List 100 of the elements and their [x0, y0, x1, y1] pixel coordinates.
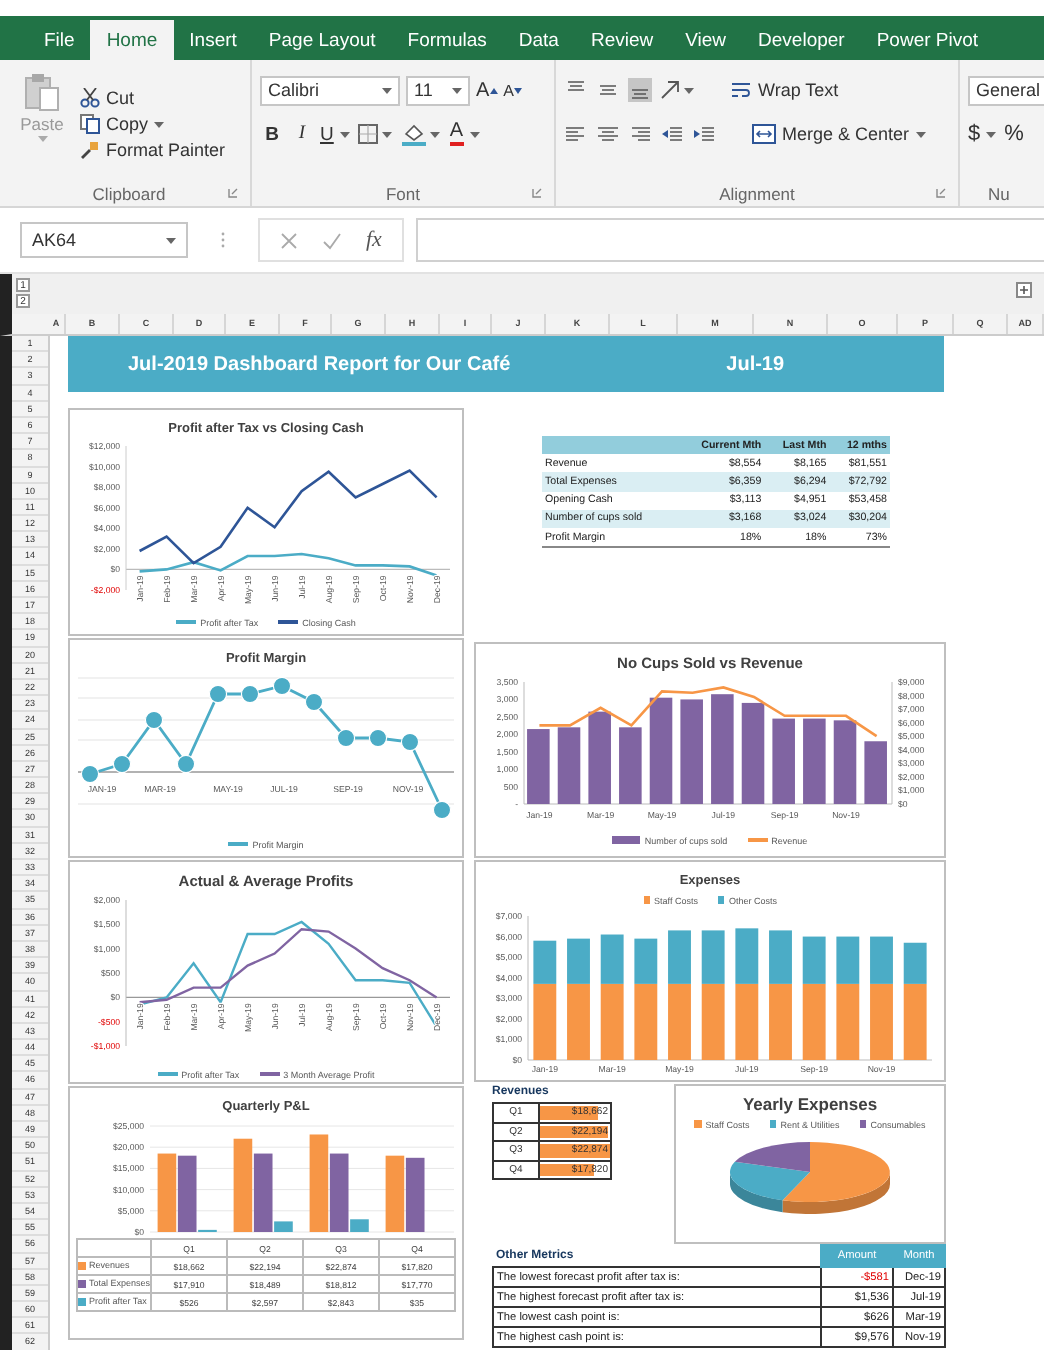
bar	[741, 702, 765, 804]
clipboard-icon	[24, 72, 60, 112]
wrap-text-icon	[730, 80, 752, 100]
wrap-text-button[interactable]: Wrap Text	[730, 80, 839, 100]
bar	[701, 983, 725, 1060]
grow-font-button[interactable]: A	[476, 79, 498, 101]
currency-button[interactable]: $	[968, 122, 997, 146]
expand-icon[interactable]	[1016, 282, 1032, 298]
data-point	[400, 732, 420, 752]
caret-icon	[339, 131, 350, 137]
bar	[833, 720, 857, 804]
data-point	[432, 800, 452, 820]
ribbon-tab[interactable]: Formulas	[391, 20, 503, 60]
caret-icon	[469, 131, 480, 137]
text-orientation-icon[interactable]	[660, 80, 696, 100]
formula-input[interactable]	[415, 218, 1044, 262]
header-cell	[542, 436, 678, 455]
format-painter-button[interactable]: Format Painter	[80, 140, 226, 160]
paintbrush-icon	[80, 140, 100, 160]
bar	[772, 718, 795, 804]
bar	[619, 727, 642, 804]
ribbon-tab[interactable]: File	[28, 20, 91, 60]
bar	[735, 928, 759, 984]
caret-icon	[452, 87, 462, 93]
chart-title: Yearly Expenses	[742, 1092, 878, 1116]
bar	[385, 1155, 405, 1232]
drag-handle-icon[interactable]	[220, 230, 226, 250]
data-point	[368, 728, 388, 748]
ribbon-tab[interactable]: Power Pivot	[860, 20, 995, 60]
bar	[803, 718, 826, 804]
scissors-icon	[80, 88, 100, 108]
caret-icon	[915, 131, 926, 137]
group-label: Nu	[988, 183, 1010, 203]
data-point	[176, 754, 196, 774]
percent-button[interactable]: %	[1004, 122, 1024, 146]
bar	[588, 711, 611, 804]
copy-button[interactable]: Copy	[80, 114, 226, 134]
group-label: Clipboard	[92, 183, 166, 203]
fill-color-icon[interactable]	[401, 123, 442, 145]
decrease-indent-icon[interactable]	[660, 124, 684, 144]
data-point	[80, 764, 100, 784]
ribbon-tab[interactable]: Insert	[173, 20, 253, 60]
bar	[557, 727, 581, 804]
horizontal-align-icon[interactable]	[564, 124, 588, 144]
bar	[157, 1153, 177, 1232]
ribbon-tab[interactable]: Developer	[742, 20, 861, 60]
data-point	[208, 684, 228, 704]
checkmark-icon[interactable]	[322, 231, 342, 249]
merge-center-button[interactable]: Merge & Center	[752, 124, 926, 144]
launcher-icon[interactable]	[936, 188, 946, 198]
close-icon[interactable]	[280, 231, 298, 249]
ribbon-tab[interactable]: Home	[90, 20, 174, 60]
dashboard-title: Jul-2019 Dashboard Report for Our Café	[128, 353, 511, 375]
bar	[668, 930, 691, 984]
ribbon-tab[interactable]: Review	[574, 20, 670, 60]
bar	[668, 983, 691, 1060]
group-label: Alignment	[719, 183, 795, 203]
italic-button[interactable]: I	[292, 124, 312, 144]
borders-icon[interactable]	[357, 124, 394, 144]
bold-button[interactable]: B	[260, 123, 284, 145]
bar	[527, 729, 550, 804]
data-point	[144, 710, 164, 730]
report-month: Jul-19	[726, 353, 785, 375]
data-point	[240, 684, 260, 704]
font-color-button[interactable]: A	[449, 122, 480, 146]
bar	[680, 699, 703, 804]
cut-button[interactable]: Cut	[80, 88, 226, 108]
shrink-font-button[interactable]: A	[503, 81, 523, 99]
bar	[701, 930, 725, 984]
ribbon-tab[interactable]: Data	[502, 20, 575, 60]
bar	[309, 1134, 329, 1232]
vertical-align-icon[interactable]	[628, 78, 652, 102]
data-point	[112, 754, 132, 774]
caret-up-icon	[489, 87, 498, 93]
name-box[interactable]: AK64	[20, 222, 188, 258]
bar	[735, 983, 759, 1060]
launcher-icon[interactable]	[532, 188, 542, 198]
font-name-field[interactable]: Calibri	[260, 75, 400, 105]
insert-function-button[interactable]: fx	[366, 228, 382, 252]
merge-cells-icon	[752, 124, 776, 144]
caret-icon	[154, 121, 165, 127]
number-format-field[interactable]: General	[968, 75, 1044, 105]
caret-icon	[382, 87, 392, 93]
ribbon-tab[interactable]: Page Layout	[252, 20, 392, 60]
caret-icon	[986, 131, 997, 137]
caret-icon	[166, 237, 176, 243]
data-point	[336, 728, 356, 748]
bar	[649, 697, 673, 804]
launcher-icon[interactable]	[228, 188, 238, 198]
bar	[233, 1138, 253, 1232]
horizontal-align-icon[interactable]	[628, 124, 652, 144]
group-label: Font	[385, 183, 420, 203]
ribbon-tab[interactable]: View	[669, 20, 743, 60]
data-point	[272, 676, 292, 696]
underline-button[interactable]: U	[320, 123, 350, 145]
caret-down-icon	[514, 87, 523, 93]
bar	[864, 741, 887, 804]
increase-indent-icon[interactable]	[692, 124, 716, 144]
horizontal-align-icon[interactable]	[596, 124, 620, 144]
font-size-field[interactable]: 11	[406, 75, 470, 105]
